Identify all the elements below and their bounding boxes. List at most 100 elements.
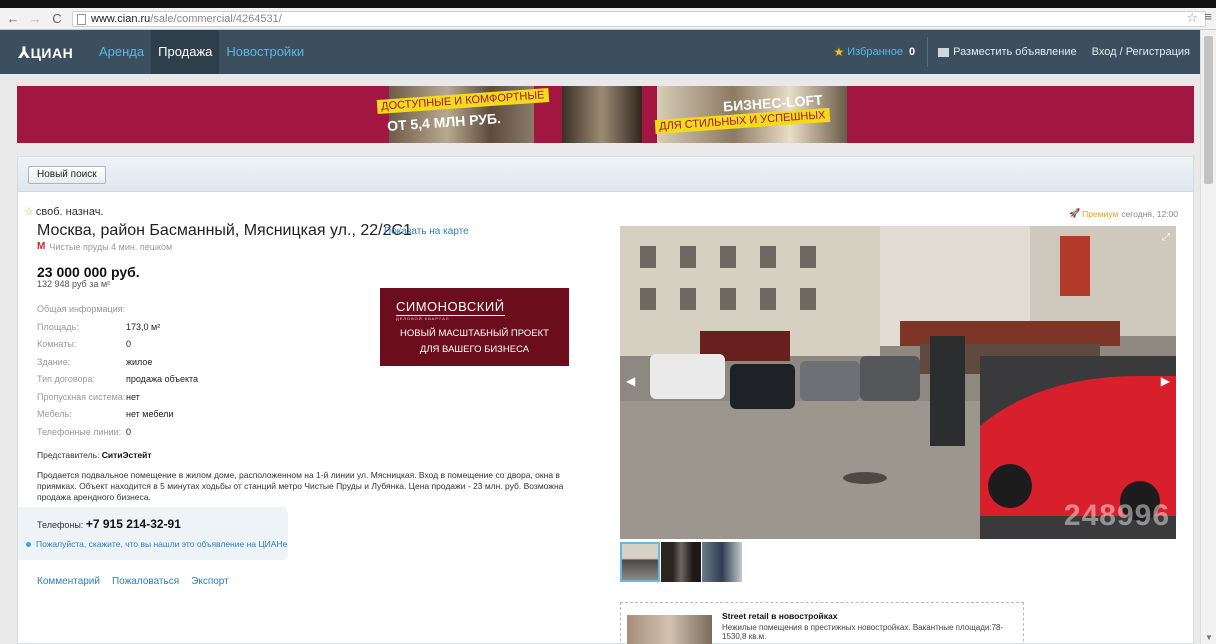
banner-photo xyxy=(562,86,642,143)
window-top-bar xyxy=(0,0,1216,8)
listing-actions: Комментарий Пожаловаться Экспорт xyxy=(37,576,241,587)
info-key: Здание: xyxy=(37,356,71,367)
rep-name: СитиЭстейт xyxy=(101,450,152,460)
nav-sale[interactable]: Продажа xyxy=(151,30,220,74)
new-search-button[interactable]: Новый поиск xyxy=(28,166,106,184)
nav-divider xyxy=(927,37,929,67)
report-link[interactable]: Пожаловаться xyxy=(112,576,179,587)
star-icon: ★ xyxy=(833,45,845,59)
ad-text: Нежилые помещения в престижных новострой… xyxy=(722,623,1004,641)
browser-menu-icon[interactable]: ≡ xyxy=(1204,9,1212,24)
general-info: Общая информация: Площадь: 173,0 м² Комна… xyxy=(37,304,198,444)
logo-text: ЦИАН xyxy=(30,45,74,61)
url-path: /sale/commercial/4264531/ xyxy=(150,13,282,25)
phone-hint: Пожалуйста, скажите, что вы нашли это об… xyxy=(26,539,287,549)
bookmark-star-icon[interactable]: ☆ xyxy=(1186,10,1198,26)
info-row: Пропускная система: нет xyxy=(37,392,198,410)
phone-line: Телефоны: +7 915 214-32-91 xyxy=(37,517,181,531)
export-link[interactable]: Экспорт xyxy=(191,576,229,587)
photo-gallery[interactable]: 248996 ◀ ▶ ⤢ xyxy=(620,226,1176,539)
info-row: Мебель: нет мебели xyxy=(37,409,198,427)
thumbnail[interactable] xyxy=(661,542,701,582)
ad-title: Street retail в новостройках xyxy=(722,611,838,621)
post-ad-link[interactable]: Разместить объявление xyxy=(938,46,1077,58)
page-icon xyxy=(77,14,86,25)
info-row: Здание: жилое xyxy=(37,357,198,375)
premium-badge: 🚀 Премиум сегодня, 12:00 xyxy=(1069,208,1178,219)
scrollbar-thumb[interactable] xyxy=(1204,36,1213,184)
metro-icon: М xyxy=(37,241,46,252)
info-row: Тип договора: продажа объекта xyxy=(37,374,198,392)
info-row: Телефонные линии: 0 xyxy=(37,427,198,445)
favorite-star-icon[interactable]: ☆ xyxy=(24,205,34,218)
metro-text: Чистые пруды 4 мин. пешком xyxy=(49,241,173,252)
login-link[interactable]: Вход / Регистрация xyxy=(1092,46,1190,58)
monitor-icon xyxy=(938,47,950,57)
gallery-watermark: 248996 xyxy=(1063,499,1170,532)
info-title: Общая информация: xyxy=(37,304,126,314)
search-toolbar: Новый поиск xyxy=(18,157,1193,192)
promo-subtitle: ДЕЛОВОЙ КВАРТАЛ xyxy=(396,316,450,321)
promo-line: ДЛЯ ВАШЕГО БИЗНЕСА xyxy=(419,344,530,355)
promo-line: НОВЫЙ МАСШТАБНЫЙ ПРОЕКТ xyxy=(400,328,549,339)
info-key: Телефонные линии: xyxy=(37,426,122,437)
address-bar[interactable]: www.cian.ru/sale/commercial/4264531/ xyxy=(72,11,1206,27)
info-value: нет xyxy=(126,391,140,402)
info-dot-icon xyxy=(26,541,31,547)
representative: Представитель: СитиЭстейт xyxy=(37,450,152,460)
gallery-prev-icon[interactable]: ◀ xyxy=(626,374,635,388)
listing-category: ☆ своб. назнач. xyxy=(24,205,104,219)
gallery-next-icon[interactable]: ▶ xyxy=(1161,374,1170,388)
premium-label: Премиум xyxy=(1082,208,1119,219)
phone-box: Телефоны: +7 915 214-32-91 Пожалуйста, с… xyxy=(18,507,288,560)
logo-mark-icon: ⅄ xyxy=(18,45,31,62)
price-per-m2: 132 948 руб за м² xyxy=(37,279,111,289)
user-nav: ★ Избранное 0 Разместить объявление Вход… xyxy=(833,30,1190,74)
favorites-link[interactable]: ★ Избранное 0 xyxy=(833,45,915,59)
page-scrollbar[interactable]: ▼ xyxy=(1200,30,1216,644)
forward-icon[interactable]: → xyxy=(26,10,44,28)
posted-time: сегодня, 12:00 xyxy=(1121,208,1178,219)
site-logo[interactable]: ⅄ЦИАН xyxy=(18,43,73,63)
metro-info: М Чистые пруды 4 мин. пешком xyxy=(37,241,172,252)
browser-toolbar: ← → C www.cian.ru/sale/commercial/426453… xyxy=(0,8,1216,30)
top-ad-banner[interactable]: ДОСТУПНЫЕ И КОМФОРТНЫЕ ОТ 5,4 МЛН РУБ. Б… xyxy=(17,86,1194,143)
listing-price: 23 000 000 руб. xyxy=(37,264,140,280)
info-key: Площадь: xyxy=(37,321,79,332)
main-nav: Аренда Продажа Новостройки xyxy=(92,30,311,74)
nav-rent[interactable]: Аренда xyxy=(92,30,151,74)
promo-brand: СИМОНОВСКИЙ xyxy=(396,299,505,316)
show-on-map-link[interactable]: Показать на карте xyxy=(384,226,469,237)
phone-label: Телефоны: xyxy=(37,520,84,530)
side-ad[interactable]: Street retail в новостройках Нежилые пом… xyxy=(620,602,1024,644)
listing-address: Москва, район Басманный, Мясницкая ул., … xyxy=(37,222,412,239)
info-value: нет мебели xyxy=(126,409,174,419)
comment-link[interactable]: Комментарий xyxy=(37,576,100,587)
info-value: продажа объекта xyxy=(126,374,199,384)
favorites-label: Избранное xyxy=(847,46,903,58)
fullscreen-icon[interactable]: ⤢ xyxy=(1162,232,1170,243)
post-ad-label: Разместить объявление xyxy=(953,46,1077,58)
reload-icon[interactable]: C xyxy=(48,10,66,28)
thumbnail[interactable] xyxy=(702,542,742,582)
info-row: Площадь: 173,0 м² xyxy=(37,322,198,340)
promo-ad[interactable]: СИМОНОВСКИЙ ДЕЛОВОЙ КВАРТАЛ НОВЫЙ МАСШТА… xyxy=(380,288,569,366)
rocket-icon: 🚀 xyxy=(1068,208,1081,218)
info-key: Комнаты: xyxy=(37,339,77,349)
thumbnail[interactable] xyxy=(620,542,660,582)
url-host: www.cian.ru xyxy=(91,13,151,25)
favorites-count: 0 xyxy=(908,46,916,58)
back-icon[interactable]: ← xyxy=(4,10,22,28)
listing-photo xyxy=(620,226,1176,539)
ad-image xyxy=(627,615,712,644)
listing-panel: Новый поиск ☆ своб. назнач. Москва, райо… xyxy=(17,156,1194,644)
site-header: ⅄ЦИАН Аренда Продажа Новостройки ★ Избра… xyxy=(0,30,1200,74)
info-value: 0 xyxy=(126,426,132,437)
phone-number[interactable]: +7 915 214-32-91 xyxy=(86,517,181,531)
nav-new-buildings[interactable]: Новостройки xyxy=(219,30,311,74)
gallery-thumbnails xyxy=(620,542,743,582)
info-key: Тип договора: xyxy=(37,374,96,384)
scroll-down-icon[interactable]: ▼ xyxy=(1205,633,1213,642)
info-row: Комнаты: 0 xyxy=(37,339,198,357)
category-label: своб. назнач. xyxy=(35,205,104,218)
